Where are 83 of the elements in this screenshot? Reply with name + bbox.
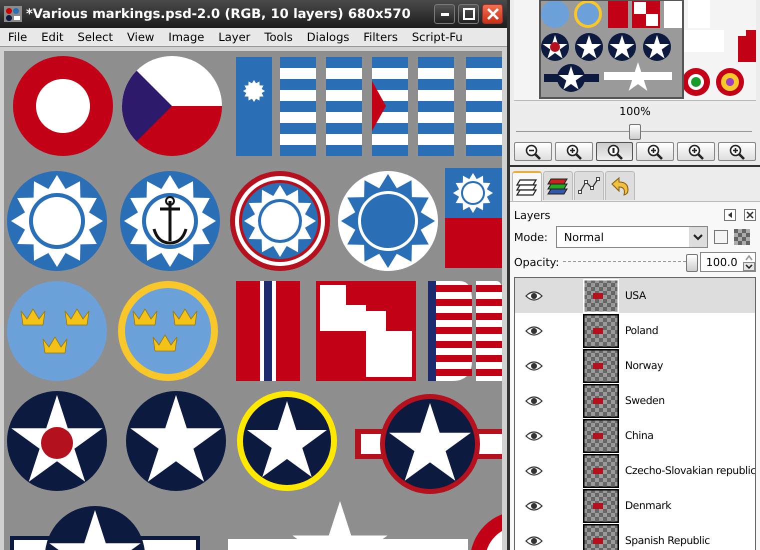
opacity-slider[interactable]	[563, 252, 696, 272]
layer-thumbnail	[583, 418, 619, 452]
menu-item[interactable]: File	[8, 30, 28, 44]
magnifier-icon	[606, 144, 623, 160]
transparency-lock-icon[interactable]	[734, 229, 750, 245]
layers-icon	[516, 177, 538, 197]
paths-icon	[578, 176, 600, 196]
window-title: *Various markings.psd-2.0 (RGB, 10 layers) 680x570	[26, 6, 412, 22]
layer-row[interactable]: Czecho-Slovakian republic	[515, 453, 755, 488]
visibility-eye-icon[interactable]	[525, 466, 543, 476]
visibility-eye-icon[interactable]	[525, 360, 543, 370]
slider-handle[interactable]	[629, 124, 641, 140]
visibility-eye-icon[interactable]	[525, 500, 543, 510]
mode-label: Mode:	[514, 230, 549, 244]
visibility-eye-icon[interactable]	[525, 290, 543, 300]
magnifier-icon	[524, 144, 541, 160]
undo-icon	[609, 176, 631, 196]
menu-item[interactable]: Filters	[363, 30, 398, 44]
layer-row[interactable]: Norway	[515, 348, 755, 383]
zoom-level-label: 100%	[618, 104, 652, 120]
zoom-button[interactable]	[596, 142, 634, 161]
menu-item[interactable]: View	[127, 30, 154, 44]
zoom-slider[interactable]	[516, 123, 752, 139]
layer-row[interactable]: USA	[515, 278, 755, 313]
minimize-icon	[440, 12, 448, 16]
layer-thumbnail	[583, 488, 619, 522]
menu-item[interactable]: Image	[168, 30, 204, 44]
zoom-button[interactable]	[677, 142, 716, 161]
layer-row[interactable]: Denmark	[515, 488, 755, 523]
menu-item[interactable]: Tools	[264, 30, 293, 44]
layer-thumbnail	[583, 384, 619, 418]
menu-item[interactable]: Select	[78, 30, 114, 44]
zoom-button[interactable]	[514, 142, 552, 161]
layer-thumbnail	[583, 524, 619, 550]
visibility-eye-icon[interactable]	[525, 326, 543, 336]
layer-row[interactable]: Poland	[515, 313, 755, 348]
image-thumbnail-icon	[4, 6, 22, 22]
magnifier-icon	[566, 144, 582, 160]
layer-row[interactable]: Sweden	[515, 383, 755, 418]
magnifier-icon	[729, 144, 746, 160]
magnifier-icon	[688, 144, 704, 160]
close-icon	[486, 8, 498, 20]
dialog-title: Layers	[514, 208, 550, 222]
menu-item[interactable]: Dialogs	[306, 30, 350, 44]
dock-tab[interactable]	[543, 171, 573, 200]
layer-name: Norway	[625, 360, 664, 372]
channels-icon	[547, 176, 569, 196]
layer-name: Czecho-Slovakian republic	[625, 464, 755, 476]
layer-name: Denmark	[625, 500, 672, 512]
visibility-eye-icon[interactable]	[525, 536, 543, 546]
maximize-icon	[462, 8, 474, 20]
checkbox-icon[interactable]	[714, 230, 728, 244]
dialog-menu-icon[interactable]	[724, 209, 736, 221]
zoom-button[interactable]	[636, 142, 674, 161]
close-icon[interactable]	[744, 209, 756, 221]
zoom-button[interactable]	[718, 142, 756, 161]
minimize-button[interactable]	[434, 4, 455, 24]
layer-name: Poland	[625, 324, 658, 336]
zoom-button[interactable]	[554, 142, 593, 161]
menu-item[interactable]: Script-Fu	[412, 30, 463, 44]
menu-item[interactable]: Edit	[41, 30, 64, 44]
menu-item[interactable]: Layer	[218, 30, 250, 44]
layer-thumbnail	[583, 348, 619, 382]
layer-row[interactable]: Spanish Republic	[515, 523, 755, 550]
layer-thumbnail	[583, 454, 619, 488]
layer-name: China	[625, 430, 654, 442]
spin-arrows-icon	[743, 253, 755, 271]
layer-row[interactable]: China	[515, 418, 755, 453]
slider-handle[interactable]	[686, 254, 698, 272]
opacity-spinbox[interactable]: 100.0	[700, 252, 756, 272]
layer-name: Sweden	[625, 394, 665, 406]
dock-tab[interactable]	[512, 171, 542, 201]
layer-name: USA	[625, 290, 646, 302]
magnifier-icon	[647, 144, 664, 160]
close-button[interactable]	[482, 4, 503, 24]
visibility-eye-icon[interactable]	[525, 396, 543, 406]
dock-tab[interactable]	[574, 171, 604, 200]
maximize-button[interactable]	[458, 4, 479, 24]
layer-name: Spanish Republic	[625, 534, 710, 546]
mode-dropdown[interactable]: Normal	[556, 226, 708, 248]
layer-thumbnail	[583, 314, 619, 348]
visibility-eye-icon[interactable]	[525, 430, 543, 440]
opacity-label: Opacity:	[514, 256, 560, 268]
